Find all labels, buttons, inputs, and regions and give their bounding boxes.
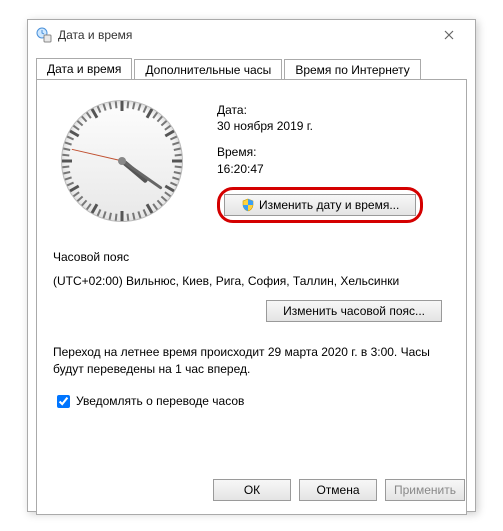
apply-button[interactable]: Применить xyxy=(385,479,465,501)
clock-tick xyxy=(143,106,148,113)
clock-tick xyxy=(81,116,87,123)
close-button[interactable] xyxy=(429,21,469,49)
clock-tick xyxy=(127,101,130,108)
clock-tick xyxy=(170,182,177,187)
clock-tick xyxy=(65,176,72,180)
cancel-button[interactable]: Отмена xyxy=(299,479,377,501)
dst-note: Переход на летнее время происходит 29 ма… xyxy=(53,344,450,378)
clock-tick xyxy=(97,106,102,113)
tab-panel: Дата: 30 ноября 2019 г. Время: 16:20:47 xyxy=(36,79,467,515)
clock-tick xyxy=(62,154,69,157)
clock-tick xyxy=(103,104,107,111)
clock-tick xyxy=(67,136,74,141)
clock-settings-icon xyxy=(36,27,52,43)
close-icon xyxy=(444,30,454,40)
date-value: 30 ноября 2019 г. xyxy=(217,118,423,134)
analog-clock xyxy=(53,92,193,232)
clock-tick xyxy=(65,142,72,146)
clock-tick xyxy=(152,203,158,210)
timezone-section-label: Часовой пояс xyxy=(53,250,450,264)
clock-tick xyxy=(121,211,124,221)
clock-tick xyxy=(63,148,70,151)
clock-tick xyxy=(172,142,179,146)
clock-tick xyxy=(86,112,92,119)
clock-tick xyxy=(157,116,163,123)
clock-tick xyxy=(77,196,84,202)
tab-label: Дата и время xyxy=(47,62,121,76)
clock-tick xyxy=(132,102,135,109)
clock-tick xyxy=(157,200,163,207)
date-label: Дата: xyxy=(217,102,423,118)
clock-tick xyxy=(62,166,69,169)
clock-tick xyxy=(62,160,72,163)
notify-dst-checkbox[interactable] xyxy=(57,395,70,408)
clock-tick xyxy=(132,213,135,220)
tab-additional-clocks[interactable]: Дополнительные часы xyxy=(134,59,282,80)
clock-tick xyxy=(175,166,182,169)
datetime-info: Дата: 30 ноября 2019 г. Время: 16:20:47 xyxy=(193,92,423,232)
timezone-value: (UTC+02:00) Вильнюс, Киев, Рига, София, … xyxy=(53,274,450,288)
button-label: Применить xyxy=(394,483,456,497)
button-label: Изменить часовой пояс... xyxy=(283,304,425,318)
clock-tick xyxy=(170,136,177,141)
time-value: 16:20:47 xyxy=(217,161,423,177)
clock-tick xyxy=(137,211,141,218)
tab-internet-time[interactable]: Время по Интернету xyxy=(284,59,420,80)
minute-hand xyxy=(121,160,162,190)
clock-pivot xyxy=(118,157,126,165)
clock-tick xyxy=(86,203,92,210)
clock-tick xyxy=(97,209,102,216)
ok-button[interactable]: ОК xyxy=(213,479,291,501)
clock-tick xyxy=(174,171,181,174)
clock-tick xyxy=(81,200,87,207)
clock-tick xyxy=(127,214,130,221)
clock-tick xyxy=(109,213,112,220)
time-label: Время: xyxy=(217,144,423,160)
dialog-footer: ОК Отмена Применить xyxy=(213,479,465,501)
clock-tick xyxy=(103,211,107,218)
tab-label: Дополнительные часы xyxy=(145,63,271,77)
clock-tick xyxy=(121,101,124,111)
clock-tick xyxy=(152,112,158,119)
clock-tick xyxy=(115,101,118,108)
change-date-time-button[interactable]: Изменить дату и время... xyxy=(224,194,416,216)
clock-tick xyxy=(143,209,148,216)
button-label: Изменить дату и время... xyxy=(259,198,399,212)
uac-shield-icon xyxy=(241,198,255,212)
clock-tick xyxy=(174,148,181,151)
tab-label: Время по Интернету xyxy=(295,63,409,77)
clock-tick xyxy=(73,125,80,131)
clock-tick xyxy=(77,120,84,126)
clock-tick xyxy=(175,154,182,157)
clock-tick xyxy=(164,125,171,131)
clock-tick xyxy=(161,196,168,202)
clock-tick xyxy=(73,191,80,197)
titlebar: Дата и время xyxy=(28,20,475,50)
clock-tick xyxy=(115,214,118,221)
tab-bar: Дата и время Дополнительные часы Время п… xyxy=(28,50,475,79)
window-title: Дата и время xyxy=(58,28,132,42)
tab-date-time[interactable]: Дата и время xyxy=(36,58,132,79)
clock-tick xyxy=(172,160,182,163)
clock-tick xyxy=(109,102,112,109)
change-timezone-button[interactable]: Изменить часовой пояс... xyxy=(266,300,442,322)
clock-tick xyxy=(63,171,70,174)
clock-tick xyxy=(137,104,141,111)
highlight-ring: Изменить дату и время... xyxy=(217,187,423,223)
dialog-window: Дата и время Дата и время Дополнительные… xyxy=(27,19,476,512)
clock-tick xyxy=(67,182,74,187)
clock-tick xyxy=(161,120,168,126)
second-hand xyxy=(71,149,122,162)
clock-tick xyxy=(172,176,179,180)
button-label: ОК xyxy=(244,483,260,497)
clock-tick xyxy=(164,191,171,197)
notify-dst-label: Уведомлять о переводе часов xyxy=(76,394,244,408)
button-label: Отмена xyxy=(316,483,359,497)
